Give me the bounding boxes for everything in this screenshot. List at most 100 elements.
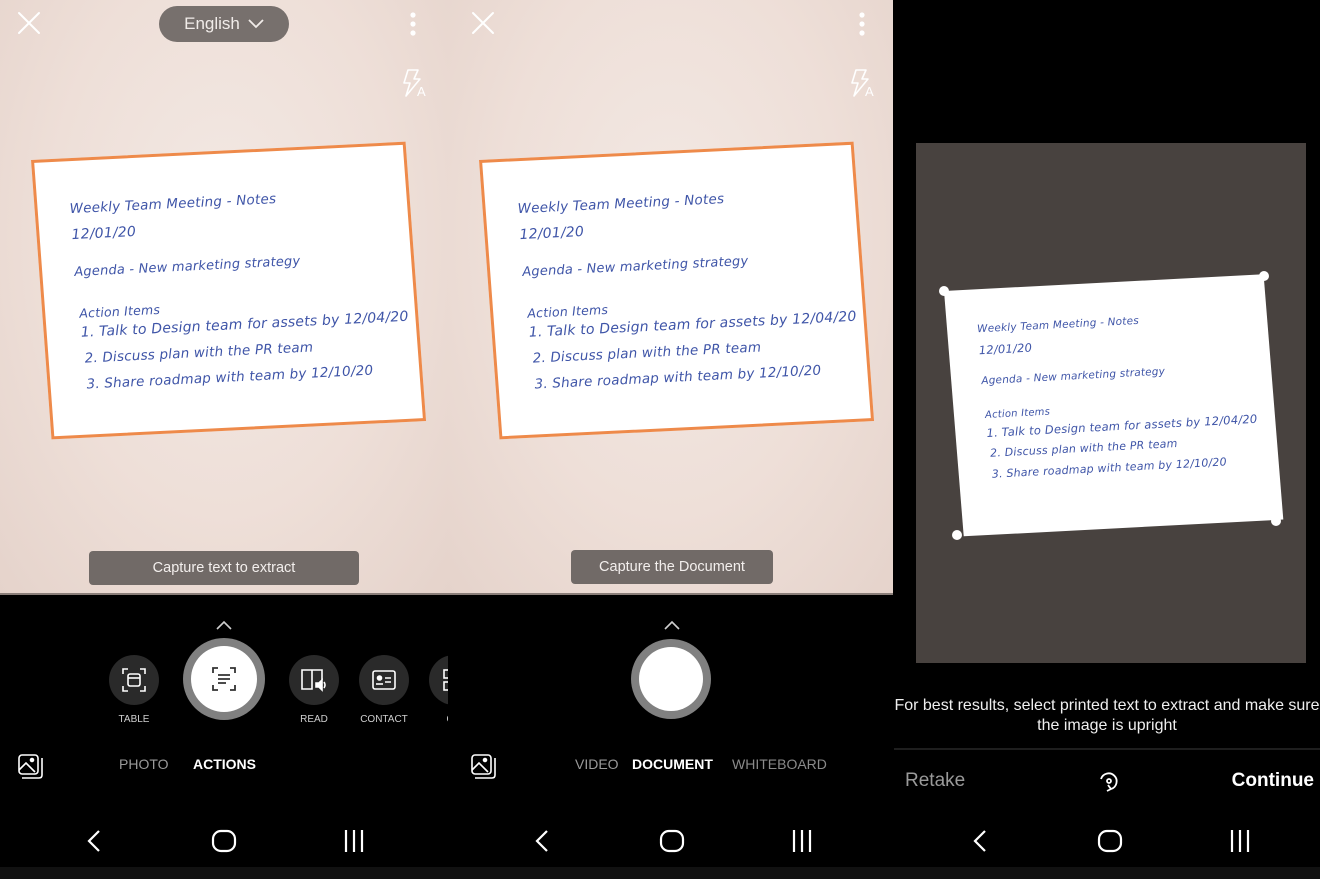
note-line: Agenda - New marketing strategy xyxy=(521,253,749,280)
retake-button[interactable]: Retake xyxy=(905,770,965,792)
language-selector[interactable]: English xyxy=(159,6,289,42)
qr-code-icon xyxy=(443,669,448,691)
read-action-button[interactable] xyxy=(289,655,339,705)
more-options-button[interactable] xyxy=(408,10,418,38)
note-line: 2. Discuss plan with the PR team xyxy=(84,339,314,367)
table-action-button[interactable] xyxy=(109,655,159,705)
capture-hint-text: Capture the Document xyxy=(599,559,745,575)
text-actions-camera-panel: English A Weekly Team Meeting - Notes 12… xyxy=(0,0,448,879)
contact-action-button[interactable] xyxy=(359,655,409,705)
text-capture-shutter-button[interactable] xyxy=(183,638,265,720)
flash-auto-button[interactable]: A xyxy=(400,68,430,100)
table-scan-icon xyxy=(122,668,146,692)
more-vertical-icon xyxy=(859,12,865,36)
note-line: Weekly Team Meeting - Notes xyxy=(976,314,1140,336)
nav-back-button[interactable] xyxy=(528,823,556,859)
contact-card-icon xyxy=(372,670,396,690)
nav-recents-button[interactable] xyxy=(1226,823,1254,859)
nav-recents-button[interactable] xyxy=(340,823,368,859)
read-aloud-icon xyxy=(301,669,326,692)
home-icon xyxy=(1097,829,1123,853)
flash-auto-icon: A xyxy=(851,69,874,99)
document-camera-panel: A Weekly Team Meeting - Notes 12/01/20 A… xyxy=(448,0,894,879)
nav-home-button[interactable] xyxy=(1096,823,1124,859)
note-line: 3. Share roadmap with team by 12/10/20 xyxy=(85,362,374,393)
crop-handle-top-left[interactable] xyxy=(939,286,949,296)
read-action-label: READ xyxy=(300,714,328,725)
document-card: Weekly Team Meeting - Notes 12/01/20 Age… xyxy=(479,141,875,440)
back-icon xyxy=(535,830,548,852)
note-line: 2. Discuss plan with the PR team xyxy=(532,339,762,367)
gallery-button[interactable] xyxy=(17,753,43,779)
bottom-strip xyxy=(0,867,448,879)
close-button[interactable] xyxy=(470,10,496,36)
recents-icon xyxy=(792,830,812,852)
nav-back-button[interactable] xyxy=(966,823,994,859)
capture-hint-text: Capture text to extract xyxy=(152,560,296,576)
note-line: Action Items xyxy=(526,301,609,321)
note-line: Agenda - New marketing strategy xyxy=(980,365,1166,388)
chevron-down-icon xyxy=(248,19,264,29)
home-icon xyxy=(211,829,237,853)
note-line: 12/01/20 xyxy=(519,223,585,244)
recents-icon xyxy=(344,830,364,852)
back-icon xyxy=(87,830,100,852)
flash-auto-icon: A xyxy=(403,69,426,99)
qr-action-button[interactable] xyxy=(429,655,448,705)
mode-video[interactable]: VIDEO xyxy=(575,756,619,772)
note-line: Weekly Team Meeting - Notes xyxy=(517,191,725,218)
gallery-button[interactable] xyxy=(470,753,496,779)
bottom-strip xyxy=(894,867,1320,879)
rotate-button[interactable] xyxy=(1096,768,1122,794)
close-icon xyxy=(18,12,40,34)
chevron-up-icon xyxy=(664,620,680,630)
crop-handle-bottom-right[interactable] xyxy=(1271,516,1281,526)
rotate-icon xyxy=(1100,772,1118,792)
note-line: Weekly Team Meeting - Notes xyxy=(69,191,277,218)
note-line: Action Items xyxy=(984,406,1051,422)
more-vertical-icon xyxy=(410,12,416,36)
svg-text:A: A xyxy=(865,84,874,99)
capture-tip: For best results, select printed text to… xyxy=(894,697,1320,734)
document-card: Weekly Team Meeting - Notes 12/01/20 Age… xyxy=(31,141,427,440)
note-line: 2. Discuss plan with the PR team xyxy=(989,437,1178,460)
note-line: Action Items xyxy=(78,301,161,321)
crop-preview-panel: Weekly Team Meeting - Notes 12/01/20 Age… xyxy=(894,0,1320,879)
close-icon xyxy=(472,12,494,34)
back-icon xyxy=(973,830,986,852)
table-action-label: TABLE xyxy=(118,714,150,725)
crop-handle-top-right[interactable] xyxy=(1259,271,1269,281)
language-label: English xyxy=(184,14,240,33)
nav-back-button[interactable] xyxy=(80,823,108,859)
gallery-icon xyxy=(471,754,496,779)
contact-action-label: CONTACT xyxy=(360,714,408,725)
mode-photo[interactable]: PHOTO xyxy=(119,756,169,772)
nav-recents-button[interactable] xyxy=(788,823,816,859)
mode-actions[interactable]: ACTIONS xyxy=(193,756,256,772)
qr-action-label: QR xyxy=(419,714,449,725)
crop-handle-bottom-left[interactable] xyxy=(952,530,962,540)
note-line: 3. Share roadmap with team by 12/10/20 xyxy=(991,455,1228,481)
expand-actions-button[interactable] xyxy=(214,618,234,632)
more-options-button[interactable] xyxy=(857,10,867,38)
mode-whiteboard[interactable]: WHITEBOARD xyxy=(732,756,827,772)
capture-hint: Capture text to extract xyxy=(89,551,359,585)
chevron-up-icon xyxy=(216,620,232,630)
continue-button[interactable]: Continue xyxy=(1232,770,1314,792)
capture-hint: Capture the Document xyxy=(571,550,773,584)
cropped-document[interactable]: Weekly Team Meeting - Notes 12/01/20 Age… xyxy=(944,274,1284,537)
text-scan-icon xyxy=(212,667,236,691)
home-icon xyxy=(659,829,685,853)
nav-home-button[interactable] xyxy=(210,823,238,859)
handwritten-notes: Weekly Team Meeting - Notes 12/01/20 Age… xyxy=(944,274,1283,536)
flash-auto-button[interactable]: A xyxy=(848,68,878,100)
svg-text:A: A xyxy=(417,84,426,99)
note-line: 12/01/20 xyxy=(978,340,1033,358)
expand-options-button[interactable] xyxy=(662,618,682,632)
nav-home-button[interactable] xyxy=(658,823,686,859)
mode-document[interactable]: DOCUMENT xyxy=(632,756,713,772)
shutter-button[interactable] xyxy=(631,639,711,719)
close-button[interactable] xyxy=(16,10,42,36)
bottom-strip xyxy=(448,867,894,879)
recents-icon xyxy=(1230,830,1250,852)
